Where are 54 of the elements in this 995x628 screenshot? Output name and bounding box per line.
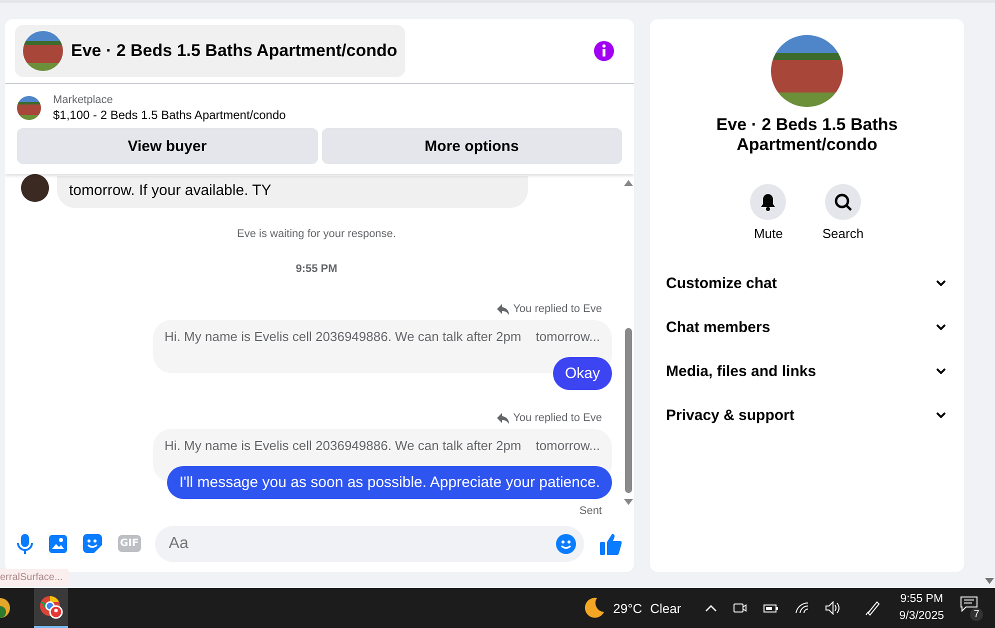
notification-button[interactable]: 7 <box>960 596 983 620</box>
camera-icon[interactable] <box>733 601 748 615</box>
battery-icon[interactable] <box>763 602 780 614</box>
moon-icon <box>583 597 606 619</box>
clock-date[interactable]: 9/3/2025 <box>899 608 944 625</box>
info-icon[interactable] <box>594 41 614 61</box>
scrollbar-thumb[interactable] <box>624 328 632 493</box>
scroll-down-arrow-icon[interactable] <box>624 499 632 505</box>
listing-button[interactable]: More options <box>322 128 622 164</box>
section-toggle[interactable]: Media, files and links <box>666 349 948 393</box>
thumbs-up-icon[interactable] <box>600 532 622 554</box>
search-icon <box>834 193 852 211</box>
speaker-icon[interactable] <box>825 601 842 615</box>
tooltip: erralSurface... <box>0 569 69 586</box>
replied-label: You replied to Eve <box>513 303 602 315</box>
image-icon[interactable] <box>49 534 67 552</box>
section-toggle[interactable]: Customize chat <box>666 261 948 305</box>
listing-summary: $1,100 - 2 Beds 1.5 Baths Apartment/condo <box>53 108 286 122</box>
reply-icon <box>497 412 510 424</box>
pen-icon[interactable] <box>865 600 882 616</box>
notification-count: 7 <box>970 608 983 620</box>
photo-placeholder <box>17 96 41 120</box>
message-status: Sent <box>579 505 602 515</box>
sticker-icon[interactable] <box>83 534 102 553</box>
weather-condition: Clear <box>650 600 682 616</box>
status-notice: Eve is waiting for your response. <box>236 228 397 240</box>
app-icon[interactable] <box>0 597 10 619</box>
wifi-icon[interactable] <box>795 602 810 614</box>
chat-title-button[interactable]: Eve · 2 Beds 1.5 Baths Apartment/condo <box>15 25 406 77</box>
browser-icon <box>39 595 63 619</box>
message-bubble: I'll message you as soon as possible. Appreciate your patience. <box>167 466 612 499</box>
message-bubble: tomorrow. If your available. TY <box>57 176 528 208</box>
microphone-icon[interactable] <box>17 534 33 554</box>
temperature: 29°C <box>613 600 642 616</box>
emoji-icon[interactable] <box>556 534 576 554</box>
clock-time[interactable]: 9:55 PM <box>900 591 944 608</box>
browser-taskbar-button[interactable] <box>34 588 68 628</box>
message-composer[interactable]: Aa <box>154 526 584 562</box>
conversation-title: Eve · 2 Beds 1.5 Baths Apartment/condo <box>715 115 899 155</box>
reply-icon <box>497 304 510 314</box>
listing-source: Marketplace <box>53 94 114 106</box>
listing-button[interactable]: View buyer <box>17 128 318 164</box>
avatar <box>21 174 49 202</box>
scroll-down-arrow-icon[interactable] <box>985 578 994 584</box>
photo-placeholder <box>23 31 63 71</box>
section-toggle[interactable]: Chat members <box>666 305 948 349</box>
scroll-up-arrow-icon[interactable] <box>624 180 632 186</box>
message-input-field[interactable]: Aa <box>166 534 556 554</box>
bell-icon <box>759 193 778 211</box>
replied-label: You replied to Eve <box>513 412 602 424</box>
timestamp: 9:55 PM <box>294 263 338 275</box>
message-icon <box>960 596 978 612</box>
section-toggle[interactable]: Privacy & support <box>666 393 948 437</box>
chevron-up-icon[interactable] <box>705 604 718 612</box>
